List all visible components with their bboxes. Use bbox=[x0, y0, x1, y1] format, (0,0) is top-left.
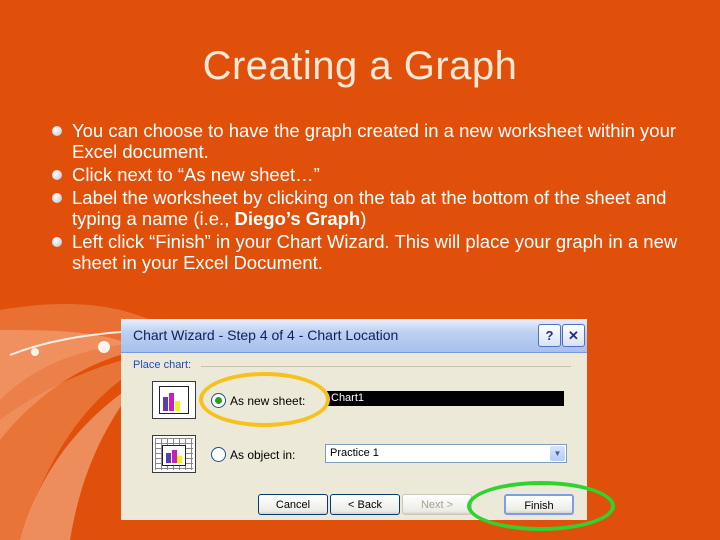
bullet-dot-icon bbox=[52, 126, 62, 136]
chart-thumbnail bbox=[159, 386, 189, 414]
dialog-titlebar[interactable]: Chart Wizard - Step 4 of 4 - Chart Locat… bbox=[121, 319, 587, 353]
bullet-bold-text: Diego’s Graph bbox=[234, 208, 361, 229]
chart-wizard-dialog: Chart Wizard - Step 4 of 4 - Chart Locat… bbox=[121, 319, 587, 520]
as-object-label[interactable]: As object in: bbox=[230, 448, 295, 462]
place-chart-label: Place chart: bbox=[133, 359, 192, 371]
bullet-item: Label the worksheet by clicking on the t… bbox=[52, 187, 702, 229]
bullet-item: Left click “Finish” in your Chart Wizard… bbox=[52, 231, 702, 273]
slide-title: Creating a Graph bbox=[202, 44, 518, 88]
as-object-radio[interactable] bbox=[211, 447, 226, 462]
cancel-button[interactable]: Cancel bbox=[258, 494, 328, 515]
bullet-text: Label the worksheet by clicking on the t… bbox=[72, 187, 667, 229]
object-sheet-select[interactable]: Practice 1 ▼ bbox=[325, 444, 567, 463]
bullet-text-end: ) bbox=[360, 208, 367, 229]
chevron-down-icon[interactable]: ▼ bbox=[550, 446, 565, 461]
back-button[interactable]: < Back bbox=[330, 494, 400, 515]
bullet-text: Left click “Finish” in your Chart Wizard… bbox=[72, 231, 678, 273]
bullet-list: You can choose to have the graph created… bbox=[52, 120, 702, 275]
bullet-text: You can choose to have the graph created… bbox=[72, 120, 677, 162]
bullet-dot-icon bbox=[52, 193, 62, 203]
bullet-item: You can choose to have the graph created… bbox=[52, 120, 702, 162]
dialog-title: Chart Wizard - Step 4 of 4 - Chart Locat… bbox=[133, 327, 399, 343]
bullet-dot-icon bbox=[52, 170, 62, 180]
bullet-dot-icon bbox=[52, 237, 62, 247]
as-new-sheet-label[interactable]: As new sheet: bbox=[230, 394, 305, 408]
bullet-text: Click next to “As new sheet…” bbox=[72, 164, 320, 185]
chart-thumbnail bbox=[162, 445, 186, 466]
as-new-sheet-radio[interactable] bbox=[211, 393, 226, 408]
group-divider bbox=[201, 366, 571, 367]
finish-button[interactable]: Finish bbox=[504, 494, 574, 515]
next-button[interactable]: Next > bbox=[402, 494, 472, 515]
object-sheet-value: Practice 1 bbox=[330, 447, 379, 459]
help-button[interactable]: ? bbox=[538, 324, 561, 347]
close-button[interactable]: ✕ bbox=[562, 324, 585, 347]
embedded-chart-icon bbox=[152, 435, 196, 473]
bullet-item: Click next to “As new sheet…” bbox=[52, 164, 702, 185]
chart-sheet-icon bbox=[152, 381, 196, 419]
new-sheet-name-input[interactable]: Chart1 bbox=[327, 391, 564, 406]
